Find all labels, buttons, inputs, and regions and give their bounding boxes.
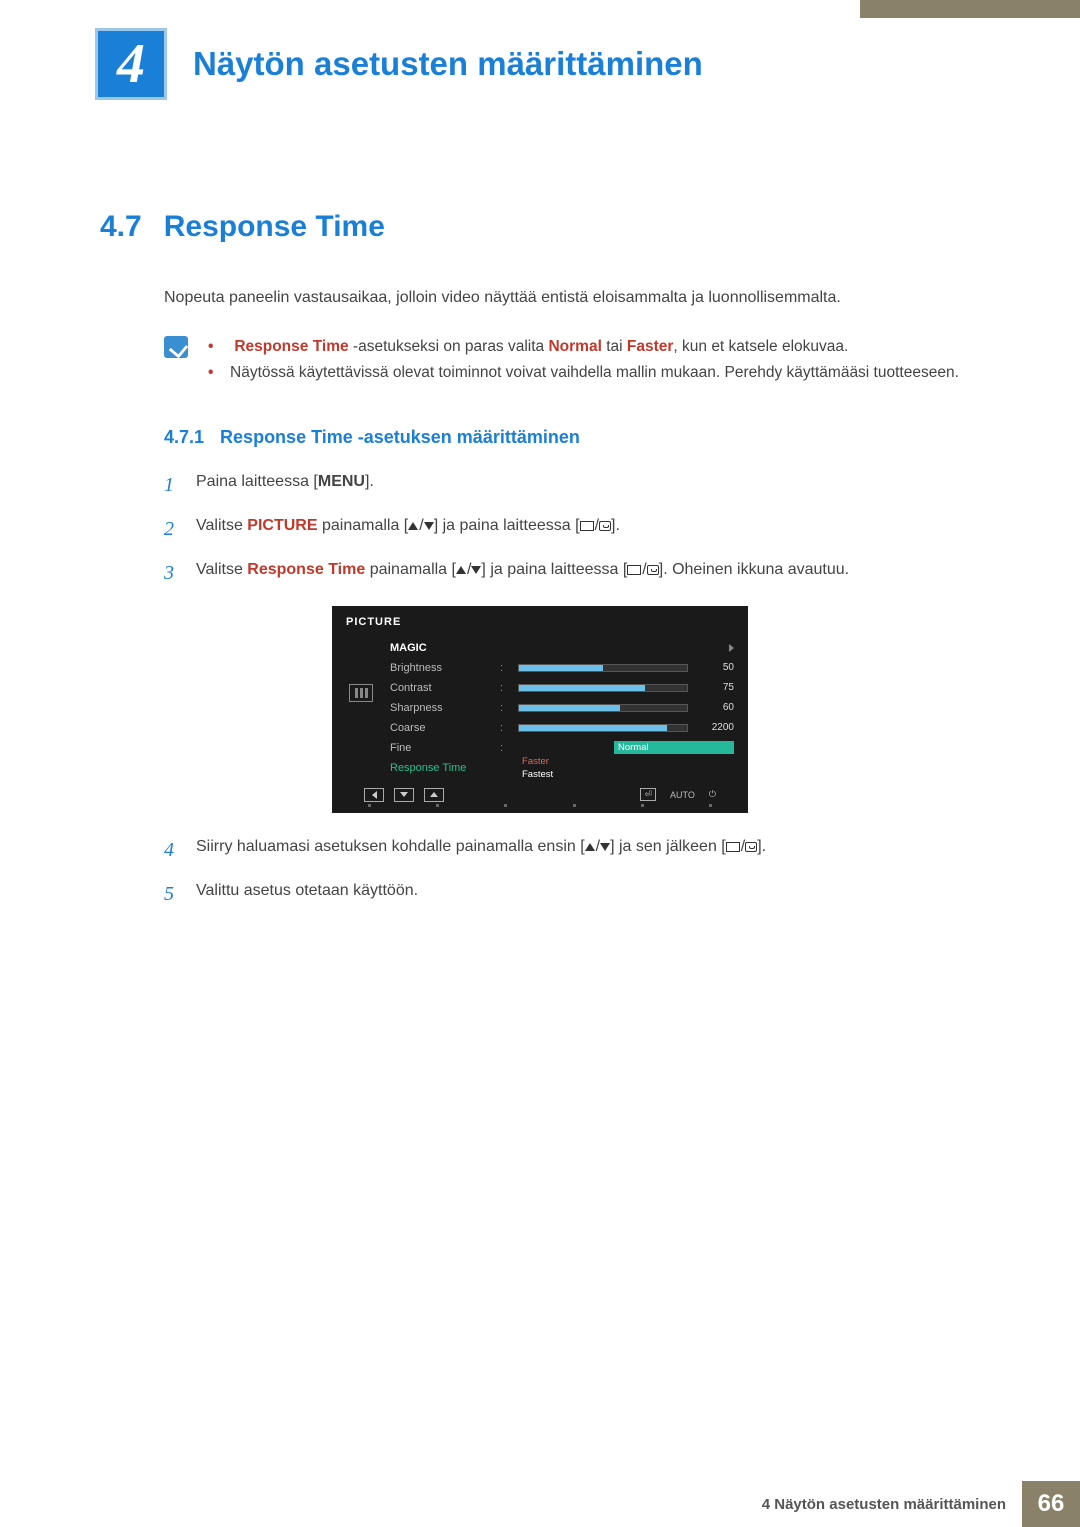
- osd-power-icon: ⏻: [709, 789, 716, 800]
- osd-enter-icon: ⏎: [640, 788, 656, 801]
- subsection-title: Response Time -asetuksen määrittäminen: [220, 427, 580, 448]
- up-down-arrows-icon: /: [585, 835, 610, 859]
- step-1: 1 Paina laitteessa [MENU].: [164, 470, 980, 500]
- chapter-number: 4: [117, 32, 145, 96]
- osd-nav-bar: ⏎ AUTO ⏻: [346, 788, 734, 802]
- subsection-number: 4.7.1: [164, 427, 204, 448]
- step-2-number: 2: [164, 514, 178, 544]
- chapter-number-box: 4: [95, 28, 167, 100]
- note-block: Response Time -asetukseksi on paras vali…: [164, 334, 980, 387]
- osd-body: MAGIC Brightness : 50 Contrast : 75 Shar…: [346, 638, 734, 778]
- step-3: 3 Valitse Response Time painamalla [/] j…: [164, 558, 980, 588]
- page-number: 66: [1038, 1490, 1065, 1518]
- step-5-text: Valittu asetus otetaan käyttöön.: [196, 879, 418, 909]
- footer-text: 4 Näytön asetusten määrittäminen: [762, 1496, 1006, 1513]
- note-1-faster: Faster: [627, 338, 674, 355]
- step-4: 4 Siirry haluamasi asetuksen kohdalle pa…: [164, 835, 980, 865]
- osd-nav-left-icon: [364, 788, 384, 802]
- note-item-1: Response Time -asetukseksi on paras vali…: [208, 334, 959, 360]
- osd-row-magic: MAGIC: [390, 638, 734, 658]
- osd-dots: [346, 802, 734, 807]
- osd-left-column: [346, 638, 376, 778]
- osd-title: PICTURE: [346, 616, 734, 628]
- step-5-number: 5: [164, 879, 178, 909]
- note-1-response-time: Response Time: [234, 338, 348, 355]
- osd-option-fastest: Fastest: [518, 768, 638, 781]
- osd-nav-down-icon: [394, 788, 414, 802]
- osd-screenshot: PICTURE MAGIC Brightness : 50 Contrast: [332, 606, 748, 813]
- chapter-title: Näytön asetusten määrittäminen: [193, 45, 703, 83]
- chevron-right-icon: [729, 644, 734, 652]
- page-number-box: 66: [1022, 1481, 1080, 1527]
- note-item-2: Näytössä käytettävissä olevat toiminnot …: [208, 360, 959, 386]
- source-enter-icon: /: [627, 558, 658, 582]
- step-1-text: Paina laitteessa [MENU].: [196, 470, 374, 500]
- section-heading: 4.7 Response Time: [100, 210, 980, 244]
- osd-picture-icon: [349, 684, 373, 702]
- step-4-number: 4: [164, 835, 178, 865]
- osd-row-response-time: Response Time Faster Fastest: [390, 758, 734, 778]
- step-3-number: 3: [164, 558, 178, 588]
- top-accent-bar: [860, 0, 1080, 18]
- step-4-text: Siirry haluamasi asetuksen kohdalle pain…: [196, 835, 766, 865]
- source-enter-icon: /: [580, 514, 611, 538]
- osd-response-options: Normal: [614, 741, 734, 754]
- osd-row-contrast: Contrast : 75: [390, 678, 734, 698]
- note-icon: [164, 336, 188, 358]
- section-number: 4.7: [100, 210, 142, 244]
- source-enter-icon: /: [726, 835, 757, 859]
- steps-list-cont: 4 Siirry haluamasi asetuksen kohdalle pa…: [164, 835, 980, 909]
- osd-row-brightness: Brightness : 50: [390, 658, 734, 678]
- up-down-arrows-icon: /: [408, 514, 433, 538]
- osd-option-faster: Faster: [518, 755, 638, 768]
- steps-list: 1 Paina laitteessa [MENU]. 2 Valitse PIC…: [164, 470, 980, 588]
- step-1-number: 1: [164, 470, 178, 500]
- subsection-heading: 4.7.1 Response Time -asetuksen määrittäm…: [164, 427, 980, 448]
- osd-nav-up-icon: [424, 788, 444, 802]
- step-2: 2 Valitse PICTURE painamalla [/] ja pain…: [164, 514, 980, 544]
- osd-row-coarse: Coarse : 2200: [390, 718, 734, 738]
- step-5: 5 Valittu asetus otetaan käyttöön.: [164, 879, 980, 909]
- step-3-text: Valitse Response Time painamalla [/] ja …: [196, 558, 849, 588]
- up-down-arrows-icon: /: [456, 558, 481, 582]
- osd-rows: MAGIC Brightness : 50 Contrast : 75 Shar…: [390, 638, 734, 778]
- step-2-text: Valitse PICTURE painamalla [/] ja paina …: [196, 514, 620, 544]
- osd-option-normal: Normal: [614, 741, 734, 754]
- osd-row-sharpness: Sharpness : 60: [390, 698, 734, 718]
- osd-auto-label: AUTO: [670, 790, 695, 800]
- section-intro: Nopeuta paneelin vastausaikaa, jolloin v…: [164, 286, 980, 310]
- section-title: Response Time: [164, 210, 385, 244]
- content-area: 4.7 Response Time Nopeuta paneelin vasta…: [0, 210, 1080, 909]
- note-1-normal: Normal: [548, 338, 601, 355]
- note-list: Response Time -asetukseksi on paras vali…: [208, 334, 959, 387]
- page-footer: 4 Näytön asetusten määrittäminen 66: [762, 1481, 1080, 1527]
